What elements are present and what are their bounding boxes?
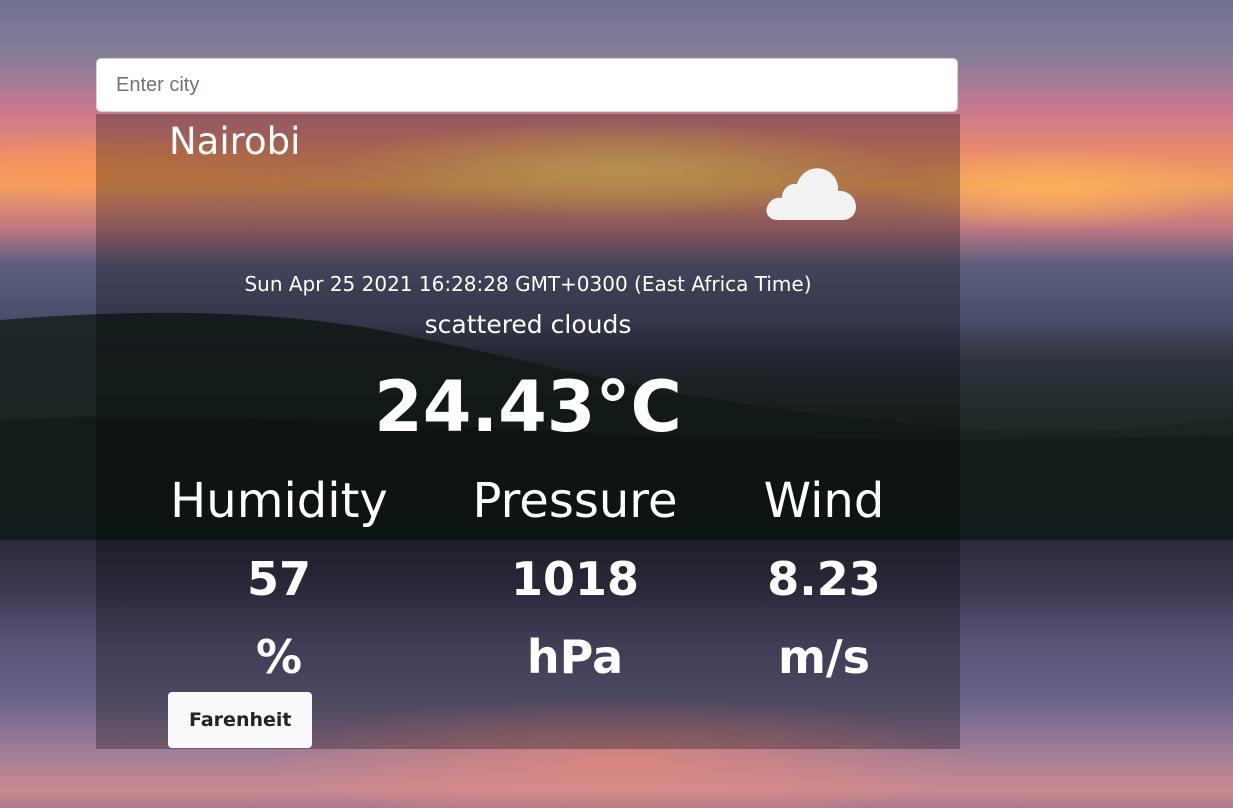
wind-label: Wind <box>763 473 885 529</box>
humidity-value: 57 <box>246 552 311 606</box>
pressure-stat: Pressure 1018 hPa <box>455 470 695 696</box>
humidity-unit: % <box>255 630 303 684</box>
wind-stat: Wind 8.23 m/s <box>704 470 944 696</box>
weather-description: scattered clouds <box>424 310 632 339</box>
wind-unit: m/s <box>777 630 871 684</box>
pressure-unit: hPa <box>526 630 624 684</box>
cloud-icon <box>766 168 856 220</box>
humidity-label: Humidity <box>170 473 388 529</box>
fahrenheit-toggle-button[interactable]: Farenheit <box>168 692 313 748</box>
city-search-input[interactable] <box>96 58 958 112</box>
humidity-stat: Humidity 57 % <box>159 470 399 696</box>
weather-card: Nairobi Sun Apr 25 2021 16:28:28 GMT+030… <box>96 114 960 749</box>
wind-value: 8.23 <box>767 552 881 606</box>
date-time: Sun Apr 25 2021 16:28:28 GMT+0300 (East … <box>244 272 812 296</box>
pressure-label: Pressure <box>472 473 678 529</box>
pressure-value: 1018 <box>510 552 640 606</box>
temperature: 24.43°C <box>374 366 682 448</box>
city-name: Nairobi <box>169 120 301 163</box>
